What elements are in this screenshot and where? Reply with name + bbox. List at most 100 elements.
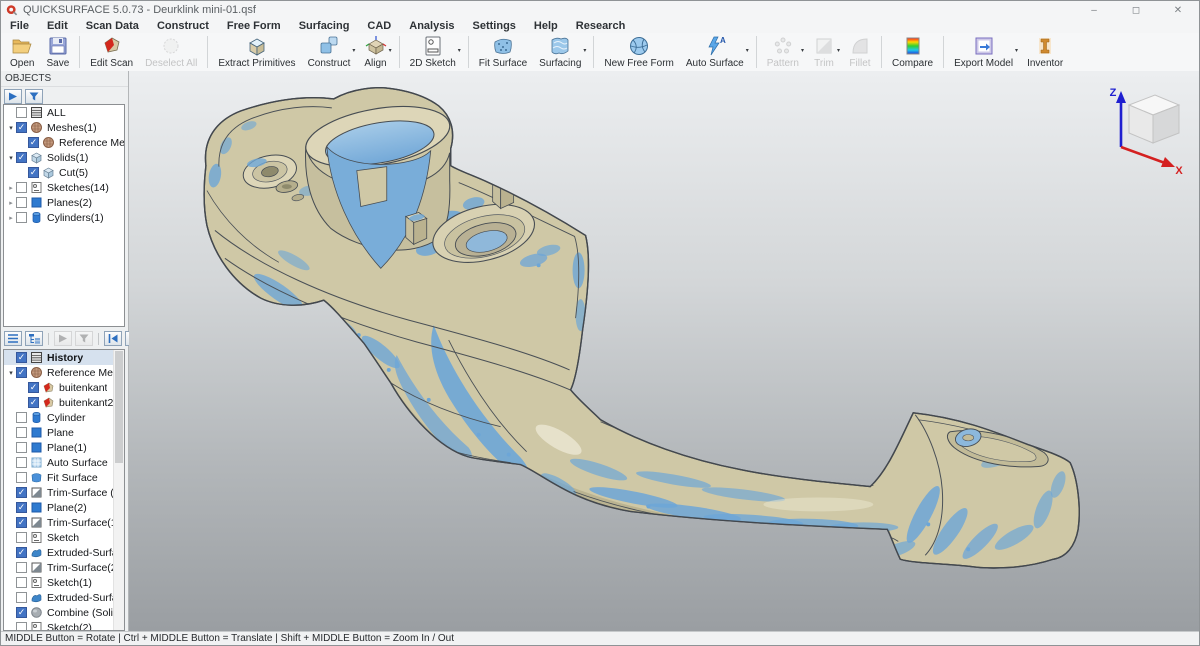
visibility-checkbox[interactable] bbox=[16, 577, 27, 588]
visibility-checkbox[interactable]: ✓ bbox=[16, 547, 27, 558]
visibility-checkbox[interactable]: ✓ bbox=[16, 487, 27, 498]
tree-item-cut-5[interactable]: ✓Cut(5) bbox=[4, 165, 124, 180]
visibility-checkbox[interactable]: ✓ bbox=[28, 137, 39, 148]
visibility-checkbox[interactable]: ✓ bbox=[16, 152, 27, 163]
fit-surface-button[interactable]: Fit Surface bbox=[473, 33, 533, 71]
visibility-checkbox[interactable] bbox=[16, 427, 27, 438]
tree-item-sketch[interactable]: Sketch bbox=[4, 530, 124, 545]
tree-item-cylinders-1[interactable]: ▸Cylinders(1) bbox=[4, 210, 124, 225]
menu-analysis[interactable]: Analysis bbox=[400, 19, 463, 33]
maximize-button[interactable]: ◻ bbox=[1115, 1, 1157, 19]
tree-item-history[interactable]: ✓History bbox=[4, 350, 124, 365]
history-skip-start-button[interactable] bbox=[104, 331, 122, 346]
compare-button[interactable]: Compare bbox=[886, 33, 939, 71]
model-door-handle[interactable] bbox=[129, 71, 1199, 631]
surfacing-button[interactable]: Surfacing bbox=[533, 33, 587, 71]
visibility-checkbox[interactable]: ✓ bbox=[28, 167, 39, 178]
visibility-checkbox[interactable]: ✓ bbox=[16, 352, 27, 363]
dropdown-arrow-icon[interactable]: ▾ bbox=[389, 47, 392, 71]
menu-help[interactable]: Help bbox=[525, 19, 567, 33]
tree-item-planes-2[interactable]: ▸Planes(2) bbox=[4, 195, 124, 210]
visibility-checkbox[interactable] bbox=[16, 592, 27, 603]
collapse-icon[interactable]: ▾ bbox=[6, 369, 16, 377]
extract-primitives-button[interactable]: Extract Primitives bbox=[212, 33, 301, 71]
menu-cad[interactable]: CAD bbox=[358, 19, 400, 33]
objects-filter-button[interactable] bbox=[25, 89, 43, 104]
visibility-checkbox[interactable] bbox=[16, 457, 27, 468]
scrollbar-thumb[interactable] bbox=[115, 351, 123, 463]
scrollbar[interactable] bbox=[113, 350, 124, 630]
tree-item-trim-surface-surface-b[interactable]: ✓Trim-Surface (Surface B bbox=[4, 485, 124, 500]
tree-item-trim-surface-1-surfac[interactable]: ✓Trim-Surface(1) (Surfac bbox=[4, 515, 124, 530]
visibility-checkbox[interactable]: ✓ bbox=[28, 382, 39, 393]
close-button[interactable]: ✕ bbox=[1157, 1, 1199, 19]
viewport-3d[interactable]: Z X bbox=[129, 71, 1199, 631]
tree-item-reference-mesh-t-62[interactable]: ✓Reference Mesh (T: 62 bbox=[4, 135, 124, 150]
menu-free-form[interactable]: Free Form bbox=[218, 19, 290, 33]
tree-item-reference-mesh[interactable]: ▾✓Reference Mesh bbox=[4, 365, 124, 380]
align-button[interactable]: Align bbox=[358, 33, 392, 71]
construct-button[interactable]: Construct bbox=[302, 33, 357, 71]
objects-play-button[interactable] bbox=[4, 89, 22, 104]
expand-icon[interactable]: ▸ bbox=[6, 199, 16, 207]
visibility-checkbox[interactable] bbox=[16, 107, 27, 118]
new-free-form-button[interactable]: New Free Form bbox=[598, 33, 679, 71]
tree-item-extruded-surface-1-so[interactable]: Extruded-Surface(1) (So bbox=[4, 590, 124, 605]
visibility-checkbox[interactable] bbox=[16, 212, 27, 223]
dropdown-arrow-icon[interactable]: ▾ bbox=[352, 47, 355, 71]
tree-item-cylinder[interactable]: Cylinder bbox=[4, 410, 124, 425]
dropdown-arrow-icon[interactable]: ▾ bbox=[746, 47, 749, 71]
tree-item-meshes-1[interactable]: ▾✓Meshes(1) bbox=[4, 120, 124, 135]
tree-item-sketch-1[interactable]: Sketch(1) bbox=[4, 575, 124, 590]
history-list-view-button[interactable] bbox=[4, 331, 22, 346]
tree-item-trim-surface-2-solid-b[interactable]: Trim-Surface(2) (Solid B bbox=[4, 560, 124, 575]
collapse-icon[interactable]: ▾ bbox=[6, 154, 16, 162]
dropdown-arrow-icon[interactable]: ▾ bbox=[458, 47, 461, 71]
tree-item-fit-surface[interactable]: Fit Surface bbox=[4, 470, 124, 485]
tree-item-all[interactable]: ALL bbox=[4, 105, 124, 120]
minimize-button[interactable]: – bbox=[1073, 1, 1115, 19]
tree-item-buitenkant[interactable]: ✓buitenkant bbox=[4, 380, 124, 395]
menu-construct[interactable]: Construct bbox=[148, 19, 218, 33]
visibility-checkbox[interactable] bbox=[16, 182, 27, 193]
open-button[interactable]: Open bbox=[4, 33, 40, 71]
inventor-button[interactable]: Inventor bbox=[1021, 33, 1069, 71]
menu-scan-data[interactable]: Scan Data bbox=[77, 19, 148, 33]
visibility-checkbox[interactable] bbox=[16, 197, 27, 208]
2d-sketch-button[interactable]: 2D Sketch bbox=[404, 33, 462, 71]
dropdown-arrow-icon[interactable]: ▾ bbox=[583, 47, 586, 71]
tree-item-plane[interactable]: Plane bbox=[4, 425, 124, 440]
expand-icon[interactable]: ▸ bbox=[6, 214, 16, 222]
menu-edit[interactable]: Edit bbox=[38, 19, 77, 33]
history-tree-view-button[interactable] bbox=[25, 331, 43, 346]
visibility-checkbox[interactable]: ✓ bbox=[16, 122, 27, 133]
visibility-checkbox[interactable] bbox=[16, 532, 27, 543]
dropdown-arrow-icon[interactable]: ▾ bbox=[1015, 47, 1018, 71]
visibility-checkbox[interactable]: ✓ bbox=[16, 607, 27, 618]
menu-settings[interactable]: Settings bbox=[464, 19, 525, 33]
visibility-checkbox[interactable] bbox=[16, 412, 27, 423]
export-model-button[interactable]: Export Model bbox=[948, 33, 1019, 71]
tree-item-combine-solid-body[interactable]: ✓Combine (Solid Body) bbox=[4, 605, 124, 620]
tree-item-solids-1[interactable]: ▾✓Solids(1) bbox=[4, 150, 124, 165]
edit-scan-button[interactable]: Edit Scan bbox=[84, 33, 139, 71]
visibility-checkbox[interactable]: ✓ bbox=[16, 367, 27, 378]
save-button[interactable]: Save bbox=[40, 33, 75, 71]
tree-item-buitenkant2[interactable]: ✓buitenkant2 bbox=[4, 395, 124, 410]
tree-item-extruded-surface-solid[interactable]: ✓Extruded-Surface (Solid bbox=[4, 545, 124, 560]
tree-item-plane-1[interactable]: Plane(1) bbox=[4, 440, 124, 455]
tree-item-sketches-14[interactable]: ▸Sketches(14) bbox=[4, 180, 124, 195]
visibility-checkbox[interactable]: ✓ bbox=[16, 517, 27, 528]
visibility-checkbox[interactable] bbox=[16, 562, 27, 573]
menu-file[interactable]: File bbox=[1, 19, 38, 33]
auto-surface-button[interactable]: AAuto Surface bbox=[680, 33, 750, 71]
visibility-checkbox[interactable]: ✓ bbox=[16, 502, 27, 513]
visibility-checkbox[interactable] bbox=[16, 472, 27, 483]
orientation-cube[interactable]: Z X bbox=[1089, 83, 1185, 175]
visibility-checkbox[interactable] bbox=[16, 442, 27, 453]
expand-icon[interactable]: ▸ bbox=[6, 184, 16, 192]
menu-research[interactable]: Research bbox=[567, 19, 635, 33]
tree-item-sketch-2[interactable]: Sketch(2) bbox=[4, 620, 124, 631]
collapse-icon[interactable]: ▾ bbox=[6, 124, 16, 132]
tree-item-plane-2[interactable]: ✓Plane(2) bbox=[4, 500, 124, 515]
